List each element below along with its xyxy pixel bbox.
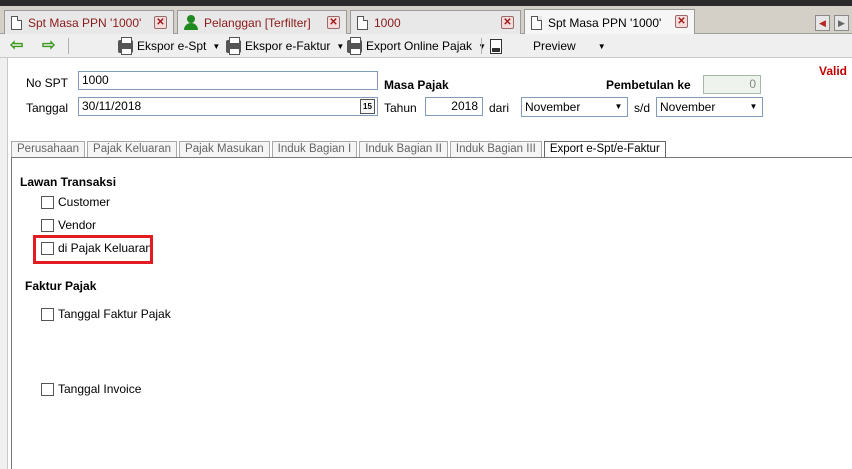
ekspor-efaktur-label: Ekspor e-Faktur bbox=[245, 39, 331, 53]
preview-label: Preview bbox=[533, 39, 576, 53]
person-icon bbox=[184, 15, 198, 30]
doc-tab-1000[interactable]: 1000 ✕ bbox=[350, 10, 521, 34]
calendar-icon[interactable]: 15 bbox=[360, 99, 375, 114]
doc-tab-label: Pelanggan [Terfilter] bbox=[204, 15, 311, 30]
toolbar-separator bbox=[68, 38, 69, 54]
doc-tab-label: 1000 bbox=[374, 15, 401, 30]
forward-button[interactable]: ⇨ bbox=[42, 37, 55, 55]
document-tab-bar: Spt Masa PPN '1000' ✕ Pelanggan [Terfilt… bbox=[0, 6, 852, 35]
customer-label: Customer bbox=[58, 195, 111, 209]
printer-icon bbox=[118, 36, 133, 55]
doc-tab-label: Spt Masa PPN '1000' bbox=[548, 15, 662, 30]
faktur-pajak-title: Faktur Pajak bbox=[25, 279, 97, 293]
tahun-label: Tahun bbox=[384, 101, 417, 115]
checkbox-box bbox=[41, 382, 54, 396]
page-icon bbox=[11, 15, 22, 30]
tanggal-label: Tanggal bbox=[26, 101, 69, 115]
preview-icon bbox=[490, 38, 502, 54]
customer-checkbox[interactable]: Customer bbox=[41, 195, 110, 209]
back-button[interactable]: ⇦ bbox=[10, 37, 23, 55]
tab-perusahaan[interactable]: Perusahaan bbox=[11, 141, 86, 157]
tab-induk-bagian-2[interactable]: Induk Bagian II bbox=[359, 141, 448, 157]
chevron-down-icon: ▼ bbox=[212, 41, 221, 51]
tab-induk-bagian-3[interactable]: Induk Bagian III bbox=[449, 141, 542, 157]
checkbox-box bbox=[41, 218, 54, 232]
sd-label: s/d bbox=[634, 101, 651, 115]
tab-export-espt-efaktur[interactable]: Export e-Spt/e-Faktur bbox=[543, 141, 666, 158]
tanggal-faktur-pajak-label: Tanggal Faktur Pajak bbox=[58, 307, 171, 321]
tanggal-faktur-pajak-checkbox[interactable]: Tanggal Faktur Pajak bbox=[41, 307, 171, 321]
tab-pajak-keluaran[interactable]: Pajak Keluaran bbox=[87, 141, 178, 157]
tab-scroll-right-button[interactable]: ▶ bbox=[834, 15, 849, 31]
sd-value: November bbox=[660, 100, 716, 114]
pembetulan-input: 0 bbox=[703, 75, 761, 94]
doc-tab-label: Spt Masa PPN '1000' bbox=[28, 15, 142, 30]
lawan-transaksi-title: Lawan Transaksi bbox=[20, 175, 117, 189]
vendor-checkbox[interactable]: Vendor bbox=[41, 218, 96, 232]
close-icon[interactable]: ✕ bbox=[327, 16, 340, 29]
arrow-left-icon: ⇦ bbox=[10, 37, 24, 54]
chevron-down-icon: ▼ bbox=[478, 41, 486, 51]
chevron-down-icon: ▼ bbox=[614, 102, 623, 111]
toolbar-separator bbox=[481, 38, 482, 54]
doc-tab-spt-masa-1[interactable]: Spt Masa PPN '1000' ✕ bbox=[4, 10, 174, 34]
toolbar: ⇦ ⇨ Ekspor e-Spt ▼ Ekspor e-Faktur ▼ Exp… bbox=[0, 34, 852, 58]
tahun-input[interactable]: 2018 bbox=[425, 97, 483, 116]
close-icon[interactable]: ✕ bbox=[154, 16, 167, 29]
arrow-right-icon: ⇨ bbox=[42, 37, 56, 54]
inner-tab-strip: Perusahaan Pajak Keluaran Pajak Masukan … bbox=[11, 141, 668, 158]
no-spt-input[interactable]: 1000 bbox=[78, 71, 378, 90]
printer-icon bbox=[226, 36, 241, 55]
export-online-pajak-button[interactable]: Export Online Pajak ▼ bbox=[347, 36, 486, 55]
chevron-down-icon: ▼ bbox=[749, 102, 758, 111]
page-icon bbox=[357, 15, 368, 30]
highlight-box bbox=[33, 235, 153, 264]
tab-pajak-masukan[interactable]: Pajak Masukan bbox=[179, 141, 270, 157]
tanggal-date-input[interactable]: 30/11/2018 15 bbox=[78, 97, 378, 116]
vendor-label: Vendor bbox=[58, 218, 97, 232]
tanggal-invoice-checkbox[interactable]: Tanggal Invoice bbox=[41, 382, 141, 396]
dari-label: dari bbox=[489, 101, 510, 115]
ekspor-efaktur-button[interactable]: Ekspor e-Faktur ▼ bbox=[226, 36, 345, 55]
printer-icon bbox=[347, 36, 362, 55]
preview-button[interactable]: Preview ▼ bbox=[490, 37, 606, 55]
ekspor-espt-label: Ekspor e-Spt bbox=[137, 39, 207, 53]
chevron-down-icon: ▼ bbox=[597, 41, 606, 51]
export-online-label: Export Online Pajak bbox=[366, 39, 473, 53]
doc-tab-spt-masa-active[interactable]: Spt Masa PPN '1000' ✕ bbox=[524, 9, 695, 35]
doc-tab-pelanggan[interactable]: Pelanggan [Terfilter] ✕ bbox=[177, 10, 347, 34]
tab-scroll-left-button[interactable]: ◀ bbox=[815, 15, 830, 31]
tanggal-invoice-label: Tanggal Invoice bbox=[58, 382, 142, 396]
checkbox-box bbox=[41, 307, 54, 321]
close-icon[interactable]: ✕ bbox=[675, 15, 688, 28]
tab-induk-bagian-1[interactable]: Induk Bagian I bbox=[271, 141, 358, 157]
chevron-down-icon: ▼ bbox=[336, 41, 345, 51]
dari-value: November bbox=[525, 100, 581, 114]
ekspor-espt-button[interactable]: Ekspor e-Spt ▼ bbox=[118, 36, 221, 55]
checkbox-box bbox=[41, 195, 54, 209]
no-spt-label: No SPT bbox=[26, 76, 69, 90]
sd-month-select[interactable]: November ▼ bbox=[656, 97, 763, 117]
dari-month-select[interactable]: November ▼ bbox=[521, 97, 628, 117]
page-icon bbox=[531, 15, 542, 30]
close-icon[interactable]: ✕ bbox=[501, 16, 514, 29]
masa-pajak-label: Masa Pajak bbox=[384, 78, 449, 92]
tanggal-value: 30/11/2018 bbox=[82, 99, 142, 113]
pembetulan-label: Pembetulan ke bbox=[606, 78, 691, 92]
status-valid: Valid bbox=[819, 64, 848, 78]
